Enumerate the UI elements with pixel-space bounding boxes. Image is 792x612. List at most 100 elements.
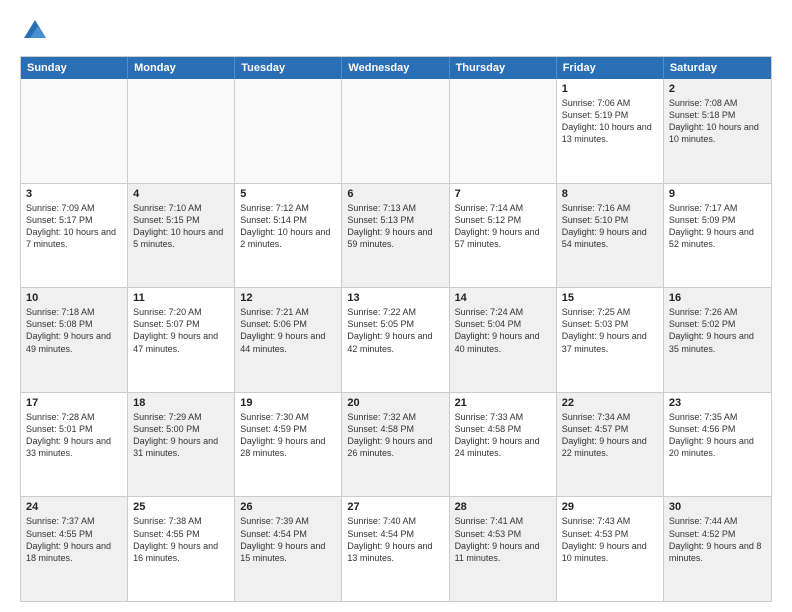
cal-row-3: 17Sunrise: 7:28 AM Sunset: 5:01 PM Dayli…	[21, 393, 771, 498]
day-number: 2	[669, 83, 766, 95]
day-number: 13	[347, 292, 443, 304]
cell-info: Sunrise: 7:12 AM Sunset: 5:14 PM Dayligh…	[240, 202, 336, 251]
day-number: 24	[26, 501, 122, 513]
cal-cell-day-15: 15 Sunrise: 7:25 AM Sunset: 5:03 PM Dayli…	[557, 288, 664, 392]
cell-info: Sunrise: 7:21 AM Sunset: 5:06 PM Dayligh…	[240, 306, 336, 355]
cal-cell-day-5: 5 Sunrise: 7:12 AM Sunset: 5:14 PM Daylig…	[235, 184, 342, 288]
cell-info: Sunrise: 7:26 AM Sunset: 5:02 PM Dayligh…	[669, 306, 766, 355]
cell-info: Sunrise: 7:14 AM Sunset: 5:12 PM Dayligh…	[455, 202, 551, 251]
cal-row-4: 24 Sunrise: 7:37 AM Sunset: 4:55 PM Dayli…	[21, 497, 771, 601]
cal-cell-day-20: 20 Sunrise: 7:32 AM Sunset: 4:58 PM Dayli…	[342, 393, 449, 497]
logo	[20, 16, 54, 46]
day-number: 11	[133, 292, 229, 304]
day-number: 26	[240, 501, 336, 513]
cell-info: Sunrise: 7:37 AM Sunset: 4:55 PM Dayligh…	[26, 515, 122, 564]
day-number: 14	[455, 292, 551, 304]
cell-info: Sunrise: 7:16 AM Sunset: 5:10 PM Dayligh…	[562, 202, 658, 251]
cal-cell-day-9: 9 Sunrise: 7:17 AM Sunset: 5:09 PM Daylig…	[664, 184, 771, 288]
cal-cell-day-30: 30 Sunrise: 7:44 AM Sunset: 4:52 PM Dayli…	[664, 497, 771, 601]
day-number: 15	[562, 292, 658, 304]
cell-info: Sunrise: 7:17 AM Sunset: 5:09 PM Dayligh…	[669, 202, 766, 251]
cal-cell-empty	[342, 79, 449, 183]
day-number: 23	[669, 397, 766, 409]
cell-info: Sunrise: 7:06 AM Sunset: 5:19 PM Dayligh…	[562, 97, 658, 146]
day-number: 3	[26, 188, 122, 200]
day-number: 9	[669, 188, 766, 200]
cell-info: Sunrise: 7:39 AM Sunset: 4:54 PM Dayligh…	[240, 515, 336, 564]
day-number: 29	[562, 501, 658, 513]
cell-info: Sunrise: 7:10 AM Sunset: 5:15 PM Dayligh…	[133, 202, 229, 251]
cal-cell-day-19: 19Sunrise: 7:30 AM Sunset: 4:59 PM Dayli…	[235, 393, 342, 497]
day-number: 18	[133, 397, 229, 409]
cal-cell-day-14: 14 Sunrise: 7:24 AM Sunset: 5:04 PM Dayli…	[450, 288, 557, 392]
day-number: 21	[455, 397, 551, 409]
cal-cell-day-7: 7 Sunrise: 7:14 AM Sunset: 5:12 PM Daylig…	[450, 184, 557, 288]
cell-info: Sunrise: 7:44 AM Sunset: 4:52 PM Dayligh…	[669, 515, 766, 564]
cal-cell-empty	[450, 79, 557, 183]
cal-cell-day-11: 11 Sunrise: 7:20 AM Sunset: 5:07 PM Dayli…	[128, 288, 235, 392]
cal-cell-day-29: 29 Sunrise: 7:43 AM Sunset: 4:53 PM Dayli…	[557, 497, 664, 601]
cell-info: Sunrise: 7:25 AM Sunset: 5:03 PM Dayligh…	[562, 306, 658, 355]
cell-info: Sunrise: 7:38 AM Sunset: 4:55 PM Dayligh…	[133, 515, 229, 564]
cell-info: Sunrise: 7:28 AM Sunset: 5:01 PM Dayligh…	[26, 411, 122, 460]
calendar-header: SundayMondayTuesdayWednesdayThursdayFrid…	[21, 57, 771, 79]
day-number: 7	[455, 188, 551, 200]
cell-info: Sunrise: 7:43 AM Sunset: 4:53 PM Dayligh…	[562, 515, 658, 564]
day-number: 25	[133, 501, 229, 513]
cell-info: Sunrise: 7:18 AM Sunset: 5:08 PM Dayligh…	[26, 306, 122, 355]
day-number: 19	[240, 397, 336, 409]
cell-info: Sunrise: 7:29 AM Sunset: 5:00 PM Dayligh…	[133, 411, 229, 460]
cal-cell-day-24: 24 Sunrise: 7:37 AM Sunset: 4:55 PM Dayli…	[21, 497, 128, 601]
cal-cell-day-17: 17Sunrise: 7:28 AM Sunset: 5:01 PM Dayli…	[21, 393, 128, 497]
header-cell-friday: Friday	[557, 57, 664, 79]
cal-cell-day-28: 28 Sunrise: 7:41 AM Sunset: 4:53 PM Dayli…	[450, 497, 557, 601]
header-cell-thursday: Thursday	[450, 57, 557, 79]
header-cell-wednesday: Wednesday	[342, 57, 449, 79]
cell-info: Sunrise: 7:20 AM Sunset: 5:07 PM Dayligh…	[133, 306, 229, 355]
day-number: 20	[347, 397, 443, 409]
cal-cell-day-16: 16 Sunrise: 7:26 AM Sunset: 5:02 PM Dayli…	[664, 288, 771, 392]
day-number: 1	[562, 83, 658, 95]
cal-cell-empty	[128, 79, 235, 183]
header	[20, 16, 772, 46]
day-number: 16	[669, 292, 766, 304]
header-cell-tuesday: Tuesday	[235, 57, 342, 79]
cal-cell-day-10: 10 Sunrise: 7:18 AM Sunset: 5:08 PM Dayli…	[21, 288, 128, 392]
header-cell-sunday: Sunday	[21, 57, 128, 79]
cell-info: Sunrise: 7:24 AM Sunset: 5:04 PM Dayligh…	[455, 306, 551, 355]
cal-cell-day-3: 3 Sunrise: 7:09 AM Sunset: 5:17 PM Daylig…	[21, 184, 128, 288]
day-number: 6	[347, 188, 443, 200]
day-number: 27	[347, 501, 443, 513]
day-number: 10	[26, 292, 122, 304]
cal-cell-day-1: 1 Sunrise: 7:06 AM Sunset: 5:19 PM Daylig…	[557, 79, 664, 183]
cal-cell-day-8: 8 Sunrise: 7:16 AM Sunset: 5:10 PM Daylig…	[557, 184, 664, 288]
cal-cell-day-22: 22Sunrise: 7:34 AM Sunset: 4:57 PM Dayli…	[557, 393, 664, 497]
header-cell-saturday: Saturday	[664, 57, 771, 79]
cell-info: Sunrise: 7:32 AM Sunset: 4:58 PM Dayligh…	[347, 411, 443, 460]
cell-info: Sunrise: 7:09 AM Sunset: 5:17 PM Dayligh…	[26, 202, 122, 251]
header-cell-monday: Monday	[128, 57, 235, 79]
page: SundayMondayTuesdayWednesdayThursdayFrid…	[0, 0, 792, 612]
cal-cell-day-18: 18 Sunrise: 7:29 AM Sunset: 5:00 PM Dayli…	[128, 393, 235, 497]
cal-cell-day-13: 13 Sunrise: 7:22 AM Sunset: 5:05 PM Dayli…	[342, 288, 449, 392]
calendar: SundayMondayTuesdayWednesdayThursdayFrid…	[20, 56, 772, 602]
cal-cell-day-6: 6Sunrise: 7:13 AM Sunset: 5:13 PM Daylig…	[342, 184, 449, 288]
logo-icon	[20, 16, 50, 46]
cal-row-2: 10 Sunrise: 7:18 AM Sunset: 5:08 PM Dayli…	[21, 288, 771, 393]
cell-info: Sunrise: 7:41 AM Sunset: 4:53 PM Dayligh…	[455, 515, 551, 564]
day-number: 30	[669, 501, 766, 513]
cal-cell-day-4: 4Sunrise: 7:10 AM Sunset: 5:15 PM Daylig…	[128, 184, 235, 288]
day-number: 8	[562, 188, 658, 200]
day-number: 5	[240, 188, 336, 200]
calendar-body: 1 Sunrise: 7:06 AM Sunset: 5:19 PM Daylig…	[21, 79, 771, 601]
cal-cell-day-23: 23Sunrise: 7:35 AM Sunset: 4:56 PM Dayli…	[664, 393, 771, 497]
cal-row-0: 1 Sunrise: 7:06 AM Sunset: 5:19 PM Daylig…	[21, 79, 771, 184]
cell-info: Sunrise: 7:22 AM Sunset: 5:05 PM Dayligh…	[347, 306, 443, 355]
cell-info: Sunrise: 7:34 AM Sunset: 4:57 PM Dayligh…	[562, 411, 658, 460]
cal-cell-day-21: 21Sunrise: 7:33 AM Sunset: 4:58 PM Dayli…	[450, 393, 557, 497]
cal-cell-empty	[235, 79, 342, 183]
cal-cell-day-27: 27 Sunrise: 7:40 AM Sunset: 4:54 PM Dayli…	[342, 497, 449, 601]
day-number: 28	[455, 501, 551, 513]
cell-info: Sunrise: 7:40 AM Sunset: 4:54 PM Dayligh…	[347, 515, 443, 564]
cal-cell-empty	[21, 79, 128, 183]
